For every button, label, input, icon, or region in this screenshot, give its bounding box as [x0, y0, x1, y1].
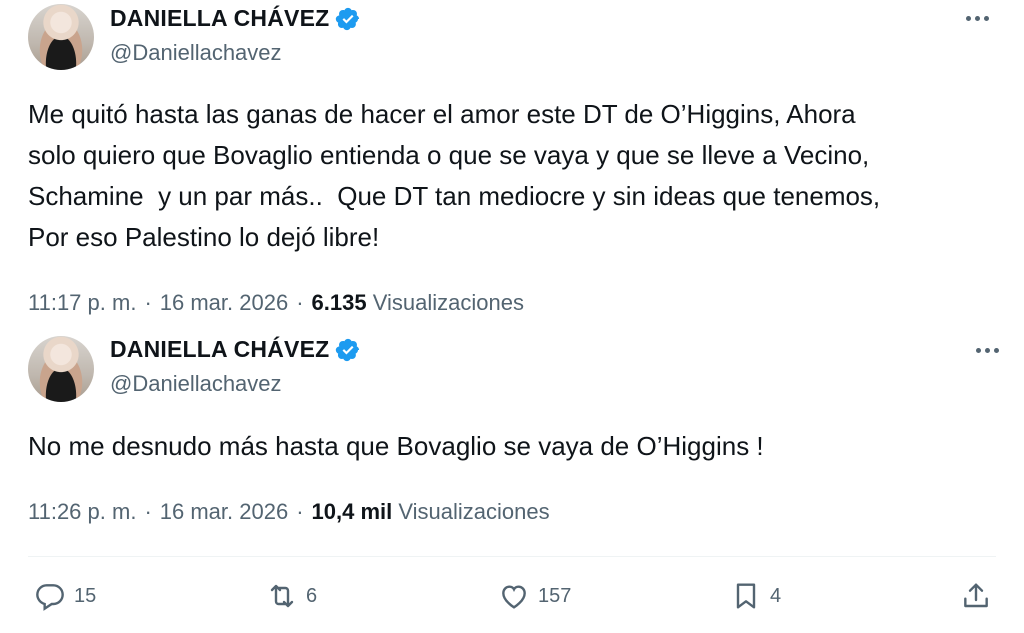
separator: ·: [144, 499, 152, 524]
retweet-button[interactable]: 6: [266, 580, 317, 612]
avatar[interactable]: [28, 336, 94, 402]
more-horizontal-icon[interactable]: [972, 340, 1002, 360]
share-button[interactable]: [960, 580, 992, 612]
separator: ·: [144, 290, 152, 315]
verified-badge-icon: [336, 7, 360, 30]
views-label: Visualizaciones: [372, 290, 524, 315]
tweet-meta: 11:26 p. m. · 16 mar. 2026 · 10,4 mil Vi…: [28, 499, 550, 525]
bookmark-button[interactable]: 4: [730, 580, 781, 612]
verified-badge-icon: [336, 338, 360, 361]
tweet-text: No me desnudo más hasta que Bovaglio se …: [28, 431, 764, 461]
tweet-time[interactable]: 11:17 p. m.: [28, 290, 136, 316]
tweet-time[interactable]: 11:26 p. m.: [28, 499, 136, 525]
bookmark-icon: [736, 583, 756, 609]
views-count[interactable]: 6.135: [312, 290, 367, 315]
views-count[interactable]: 10,4 mil: [312, 499, 393, 524]
more-horizontal-icon[interactable]: [962, 8, 992, 28]
author-name-row[interactable]: DANIELLA CHÁVEZ: [110, 5, 361, 32]
reply-button[interactable]: 15: [34, 580, 96, 612]
share-icon: [964, 583, 988, 608]
like-button[interactable]: 157: [498, 580, 571, 612]
reply-count: 15: [74, 584, 97, 607]
views-label: Visualizaciones: [398, 499, 550, 524]
divider: [28, 556, 996, 557]
separator: ·: [296, 499, 304, 524]
heart-icon: [502, 585, 526, 609]
action-bar: 15 6 157 4: [0, 580, 1024, 620]
tweet-date[interactable]: 16 mar. 2026: [160, 290, 288, 316]
handle[interactable]: @Daniellachavez: [110, 371, 282, 397]
display-name[interactable]: DANIELLA CHÁVEZ: [110, 5, 329, 32]
handle[interactable]: @Daniellachavez: [110, 40, 282, 66]
reply-icon: [36, 584, 64, 611]
bookmark-count: 4: [770, 584, 782, 607]
tweet-text: Me quitó hasta las ganas de hacer el amo…: [28, 99, 881, 252]
avatar[interactable]: [28, 4, 94, 70]
separator: ·: [296, 290, 304, 315]
tweet-meta: 11:17 p. m. · 16 mar. 2026 · 6.135 Visua…: [28, 290, 524, 316]
retweet-count: 6: [306, 584, 318, 607]
tweet-date[interactable]: 16 mar. 2026: [160, 499, 288, 525]
display-name[interactable]: DANIELLA CHÁVEZ: [110, 336, 329, 363]
author-name-row[interactable]: DANIELLA CHÁVEZ: [110, 336, 361, 363]
like-count: 157: [538, 584, 572, 607]
retweet-icon: [270, 584, 294, 608]
